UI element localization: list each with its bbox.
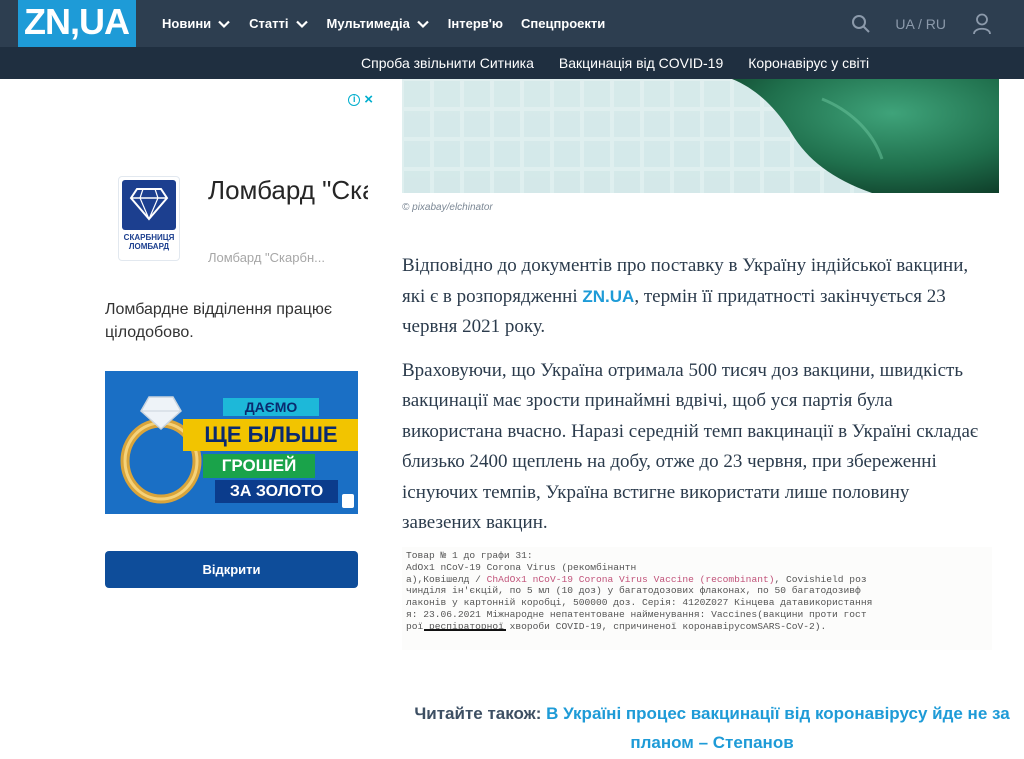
ad-subtitle: Ломбард "Скарбн... — [208, 250, 325, 265]
ad-info-icon[interactable]: i — [348, 94, 361, 106]
nav-item-label: Статті — [249, 16, 289, 31]
read-also-link[interactable]: В Україні процес вакцинації від коронаві… — [546, 704, 1010, 752]
chevron-down-icon — [218, 20, 230, 28]
language-switch[interactable]: UA / RU — [895, 16, 946, 32]
trending-link-world-coronavirus[interactable]: Коронавірус у світі — [748, 55, 869, 71]
chevron-down-icon — [295, 20, 308, 28]
doc-line: я: 23.06.2021 Міжнародне непатентоване н… — [406, 608, 867, 620]
banner-line-3: ГРОШЕЙ — [203, 454, 315, 478]
document-scan-image: Товар № 1 до графи 31: AdOx1 nCoV-19 Cor… — [402, 547, 992, 650]
nav-item-articles[interactable]: Статті — [249, 16, 308, 31]
ad-controls: i × — [348, 92, 373, 107]
doc-line: AdOx1 nCoV-19 Corona Virus (рекомбінантн — [406, 561, 637, 573]
site-logo[interactable]: ZN,UA — [18, 0, 136, 47]
banner-line-1: ДАЄМО — [223, 398, 319, 416]
ad-logo-text: СКАРБНИЦЯ ЛОМБАРД — [123, 233, 175, 251]
zn-ua-link[interactable]: ZN.UA — [582, 287, 634, 306]
header-tools: UA / RU — [851, 0, 1024, 47]
article-paragraph-2: Враховуючи, що Україна отримала 500 тися… — [402, 359, 979, 534]
sidebar-ad: i × СКАРБНИЦЯ ЛОМБАРД Ломбард "Скарбн...… — [90, 88, 373, 668]
trending-link-sytnyk[interactable]: Спроба звільнити Ситника — [361, 55, 534, 71]
read-also-label: Читайте також: — [414, 704, 542, 723]
nav-item-news[interactable]: Новини — [162, 16, 231, 31]
site-logo-text: ZN,UA — [24, 1, 130, 42]
date-underline — [424, 629, 506, 631]
read-also-block: Читайте також: В Україні процес вакцинац… — [402, 699, 1022, 757]
doc-line: лаконів у картонній коробці, 500000 доз.… — [406, 597, 873, 609]
ad-open-button[interactable]: Відкрити — [105, 551, 358, 588]
chevron-down-icon — [417, 20, 429, 28]
ad-description: Ломбардне відділення працює цілодобово. — [105, 301, 333, 341]
nav-item-multimedia[interactable]: Мультимедіа — [327, 16, 430, 31]
doc-line: Товар № 1 до графи 31: — [406, 550, 533, 561]
nav-item-interviews[interactable]: Інтерв'ю — [448, 16, 503, 31]
top-navigation: ZN,UA Новини Статті Мультимедіа Інтерв'ю… — [0, 0, 1024, 53]
doc-text: , Covishield роз — [774, 573, 867, 585]
banner-mini-logo — [342, 494, 354, 508]
article-hero-image — [402, 79, 999, 193]
doc-line: чинділя ін'єкцій, по 5 мл (10 доз) у баг… — [406, 585, 861, 597]
nav-item-label: Інтерв'ю — [447, 16, 503, 31]
trending-bar: Спроба звільнити Ситника Вакцинація від … — [0, 47, 1024, 79]
main-nav: Новини Статті Мультимедіа Інтерв'ю Спецп… — [162, 0, 623, 47]
image-credit: © pixabay/elchinator — [402, 202, 493, 213]
nav-item-label: Новини — [162, 16, 212, 31]
article-paragraph-1: Відповідно до документів про поставку в … — [402, 251, 982, 343]
banner-line-2: ЩЕ БІЛЬШЕ — [183, 419, 358, 451]
diamond-icon — [129, 188, 169, 221]
doc-line: а),Ковішелд / ChAdOx1 nCoV-19 Corona Vir… — [406, 574, 992, 586]
lab-glove-image — [402, 79, 999, 193]
ad-brand-logo[interactable]: СКАРБНИЦЯ ЛОМБАРД — [118, 176, 180, 261]
user-icon[interactable] — [972, 13, 992, 35]
nav-item-label: Спецпроекти — [520, 16, 606, 31]
ad-title[interactable]: Ломбард "Скарбн... — [208, 174, 368, 207]
nav-item-special-projects[interactable]: Спецпроекти — [521, 16, 605, 31]
banner-line-4: ЗА ЗОЛОТО — [215, 480, 338, 503]
search-icon[interactable] — [851, 14, 871, 34]
ad-close-icon[interactable]: × — [364, 92, 373, 107]
doc-text: а),Ковішелд / — [406, 573, 487, 585]
ad-banner-image[interactable]: ДАЄМО ЩЕ БІЛЬШЕ ГРОШЕЙ ЗА ЗОЛОТО — [105, 371, 358, 514]
trending-link-vaccination[interactable]: Вакцинація від COVID-19 — [559, 55, 723, 71]
nav-item-label: Мультимедіа — [326, 16, 410, 31]
article-body: Відповідно до документів про поставку в … — [402, 251, 982, 552]
doc-highlight-text: ChAdOx1 nCoV-19 Corona Virus Vaccine (re… — [486, 573, 775, 585]
